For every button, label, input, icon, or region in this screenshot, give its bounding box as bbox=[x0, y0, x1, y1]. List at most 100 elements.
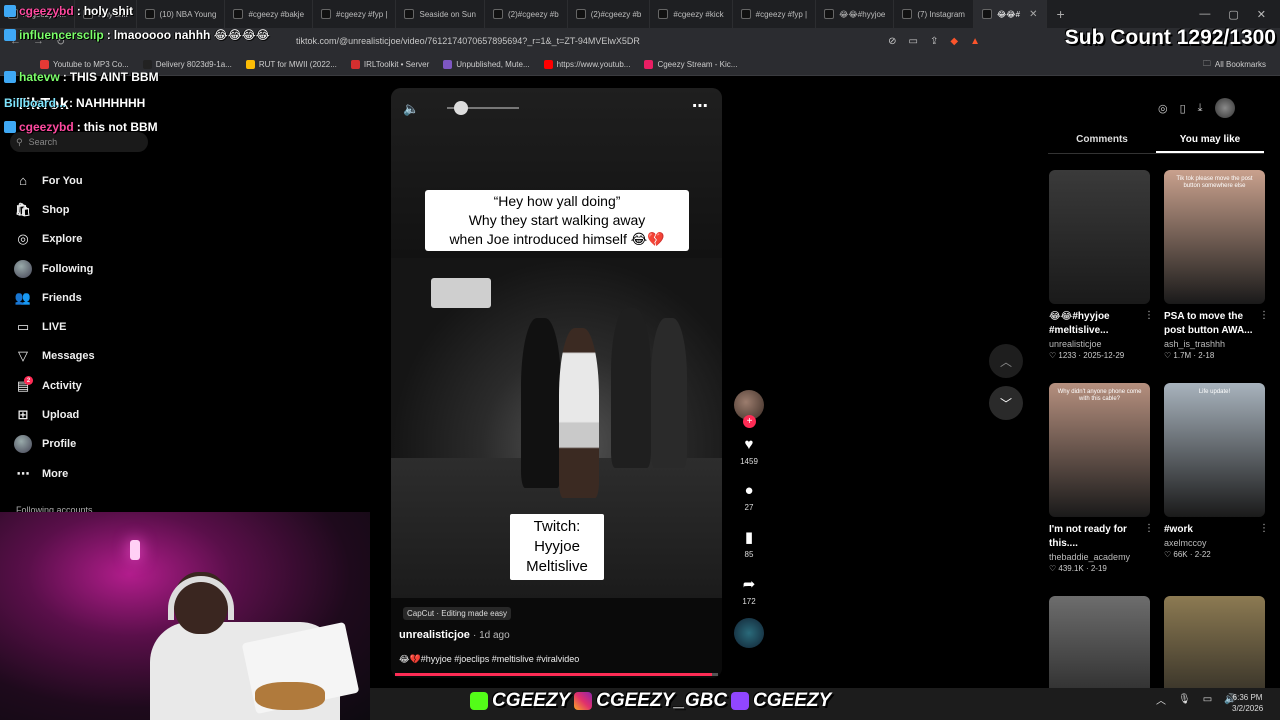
comment-action[interactable]: ● 27 bbox=[732, 482, 766, 512]
network-icon[interactable]: ▭ bbox=[1203, 694, 1212, 705]
browser-tab[interactable]: 😂😂#hyyjoe bbox=[816, 0, 895, 28]
bookmark-item[interactable]: https://www.youtub... bbox=[543, 60, 630, 69]
bookmark-item[interactable]: Cgeezy Stream - Kic... bbox=[644, 60, 737, 69]
video-player[interactable]: 🔈 ⋯ “Hey how yall doing” Why they start w… bbox=[391, 88, 722, 678]
follow-plus-icon[interactable]: + bbox=[743, 415, 756, 428]
browser-tab[interactable]: 😂😂# ✕ bbox=[973, 0, 1047, 28]
screen-icon[interactable]: ▭ bbox=[909, 36, 918, 47]
bookmark-item[interactable]: Youtube to MP3 Co... bbox=[40, 60, 129, 69]
save-action[interactable]: ▮ 85 bbox=[732, 528, 766, 559]
author-name[interactable]: unrealisticjoe bbox=[399, 629, 470, 641]
all-bookmarks-button[interactable]: 🗀 All Bookmarks bbox=[1203, 58, 1266, 72]
bookmark-favicon-icon bbox=[350, 60, 360, 69]
card-author[interactable]: ash_is_trashhh bbox=[1164, 339, 1265, 349]
like-action[interactable]: ♥ 1459 bbox=[732, 436, 766, 466]
url-field[interactable]: tiktok.com/@unrealisticjoe/video/7612174… bbox=[296, 36, 640, 46]
close-icon[interactable]: ✕ bbox=[1257, 8, 1266, 21]
recommended-video-card[interactable]: 😂😂#hyyjoe #meltislive... unrealisticjoe ♡ … bbox=[1049, 170, 1154, 360]
sidebar-item-friends[interactable]: 👥 Friends bbox=[14, 283, 95, 312]
chevron-up-tray-icon[interactable]: ︿ bbox=[1156, 692, 1166, 707]
share-icon[interactable]: ⇪ bbox=[930, 36, 938, 47]
sidebar-item-following[interactable]: Following bbox=[14, 254, 95, 283]
sidebar-item-shop[interactable]: 🛍 Shop bbox=[14, 195, 95, 224]
bookmark-item[interactable]: IRLToolkit • Server bbox=[350, 60, 429, 69]
more-vertical-icon[interactable]: ⋮ bbox=[1259, 523, 1269, 534]
compass-icon[interactable]: ◎ bbox=[1158, 102, 1168, 115]
card-likes-date: ♡ 1233 · 2025-12-29 bbox=[1049, 351, 1125, 360]
heart-icon[interactable]: ♥ bbox=[732, 436, 766, 453]
video-thumbnail[interactable] bbox=[1049, 170, 1150, 304]
bookmark-item[interactable]: Delivery 8023d9-1a... bbox=[142, 60, 232, 69]
more-options-icon[interactable]: ⋯ bbox=[692, 96, 708, 116]
system-clock[interactable]: 6:36 PM 3/2/2026 bbox=[1232, 692, 1263, 714]
sidebar-item-for-you[interactable]: ⌂ For You bbox=[14, 166, 95, 195]
bookmark-item[interactable]: Unpublished, Mute... bbox=[443, 60, 530, 69]
sidebar-item-upload[interactable]: ⊞ Upload bbox=[14, 400, 95, 429]
share-action[interactable]: ➦ 172 bbox=[732, 575, 766, 606]
more-vertical-icon[interactable]: ⋮ bbox=[1259, 310, 1269, 321]
card-title[interactable]: 😂😂#hyyjoe #meltislive... bbox=[1049, 310, 1150, 338]
bookmark-icon[interactable]: ▮ bbox=[732, 528, 766, 546]
browser-tab[interactable]: (7) Instagram bbox=[894, 0, 974, 28]
video-thumbnail[interactable]: Life update! bbox=[1164, 383, 1265, 517]
bookmark-label: Youtube to MP3 Co... bbox=[53, 60, 129, 69]
search-input[interactable]: ⚲ Search bbox=[10, 132, 148, 152]
card-title[interactable]: #work bbox=[1164, 523, 1265, 537]
browser-tab[interactable]: #cgeezy #fyp | bbox=[733, 0, 817, 28]
recommended-video-card[interactable]: Why didn't anyone phone come with this c… bbox=[1049, 383, 1154, 573]
browser-tab[interactable]: #cgeezy #bakje bbox=[225, 0, 314, 28]
browser-tab[interactable]: Seaside on Sun bbox=[396, 0, 485, 28]
browser-tab[interactable]: (2)#cgeezy #b bbox=[568, 0, 651, 28]
maximize-icon[interactable]: ▢ bbox=[1228, 8, 1238, 21]
video-thumbnail[interactable]: Why didn't anyone phone come with this c… bbox=[1049, 383, 1150, 517]
more-vertical-icon[interactable]: ⋮ bbox=[1144, 523, 1154, 534]
mic-icon[interactable]: 🎙 bbox=[1178, 694, 1191, 705]
card-author[interactable]: thebaddie_academy bbox=[1049, 552, 1150, 562]
creator-avatar[interactable]: + bbox=[734, 390, 764, 428]
extension-icon[interactable]: ⊘ bbox=[888, 36, 896, 47]
minimize-icon[interactable]: — bbox=[1199, 8, 1210, 21]
bookmark-item[interactable]: RUT for MWII (2022... bbox=[245, 60, 337, 69]
thumbnail-text: Life update! bbox=[1198, 389, 1231, 395]
share-arrow-icon[interactable]: ➦ bbox=[732, 575, 766, 593]
sidebar-item-profile[interactable]: Profile bbox=[14, 430, 95, 459]
next-video-button[interactable]: ﹀ bbox=[989, 386, 1023, 420]
sidebar-item-live[interactable]: ▭ LIVE bbox=[14, 312, 95, 341]
phone-icon[interactable]: ▯ bbox=[1180, 102, 1186, 115]
card-title[interactable]: PSA to move the post button AWA... bbox=[1164, 310, 1265, 338]
brave-shield-icon[interactable]: ◆ bbox=[950, 36, 958, 47]
browser-tab[interactable]: (10) NBA Young bbox=[137, 0, 226, 28]
volume-icon[interactable]: 🔈 bbox=[403, 101, 419, 117]
brave-rewards-icon[interactable]: ▲ bbox=[970, 36, 980, 47]
video-author[interactable]: unrealisticjoe · 1d ago bbox=[399, 629, 510, 641]
capcut-tag[interactable]: CapCut · Editing made easy bbox=[403, 607, 512, 620]
sidebar-item-activity[interactable]: ▤ 2 Activity bbox=[14, 371, 95, 400]
tab-comments[interactable]: Comments bbox=[1048, 130, 1156, 153]
new-tab-icon[interactable]: + bbox=[1057, 6, 1065, 22]
tab-close-icon[interactable]: ✕ bbox=[1029, 9, 1037, 20]
recommended-video-card[interactable]: Life update! #work axelmccoy ♡ 66K · 2-22 ⋮ bbox=[1164, 383, 1269, 559]
recommended-video-card[interactable]: Tik tok please move the post button some… bbox=[1164, 170, 1269, 360]
food bbox=[255, 682, 325, 710]
comment-icon[interactable]: ● bbox=[732, 482, 766, 499]
sidebar-item-messages[interactable]: ▽ Messages bbox=[14, 342, 95, 371]
card-title[interactable]: I'm not ready for this.... bbox=[1049, 523, 1150, 551]
browser-tab[interactable]: (2)#cgeezy #b bbox=[485, 0, 568, 28]
sidebar-item-more[interactable]: ⋯ More bbox=[14, 459, 95, 488]
video-progress-bar[interactable] bbox=[395, 673, 718, 676]
card-likes-date: ♡ 1.7M · 2-18 bbox=[1164, 351, 1215, 360]
music-disc-icon[interactable] bbox=[734, 618, 764, 648]
video-hashtags[interactable]: 😂💔#hyyjoe #joeclips #meltislive #viralvi… bbox=[399, 654, 579, 665]
browser-tab[interactable]: #cgeezy #kick bbox=[650, 0, 733, 28]
card-author[interactable]: axelmccoy bbox=[1164, 538, 1265, 548]
card-author[interactable]: unrealisticjoe bbox=[1049, 339, 1150, 349]
user-avatar[interactable] bbox=[1214, 98, 1235, 118]
video-thumbnail[interactable]: Tik tok please move the post button some… bbox=[1164, 170, 1265, 304]
download-icon[interactable]: ⤓ bbox=[1198, 102, 1203, 115]
browser-tab[interactable]: #cgeezy #fyp | bbox=[313, 0, 397, 28]
previous-video-button[interactable]: ︿ bbox=[989, 344, 1023, 378]
more-vertical-icon[interactable]: ⋮ bbox=[1144, 310, 1154, 321]
tab-you-may-like[interactable]: You may like bbox=[1156, 130, 1264, 153]
chat-username: hatevw bbox=[19, 70, 60, 84]
sidebar-item-explore[interactable]: ◎ Explore bbox=[14, 225, 95, 254]
